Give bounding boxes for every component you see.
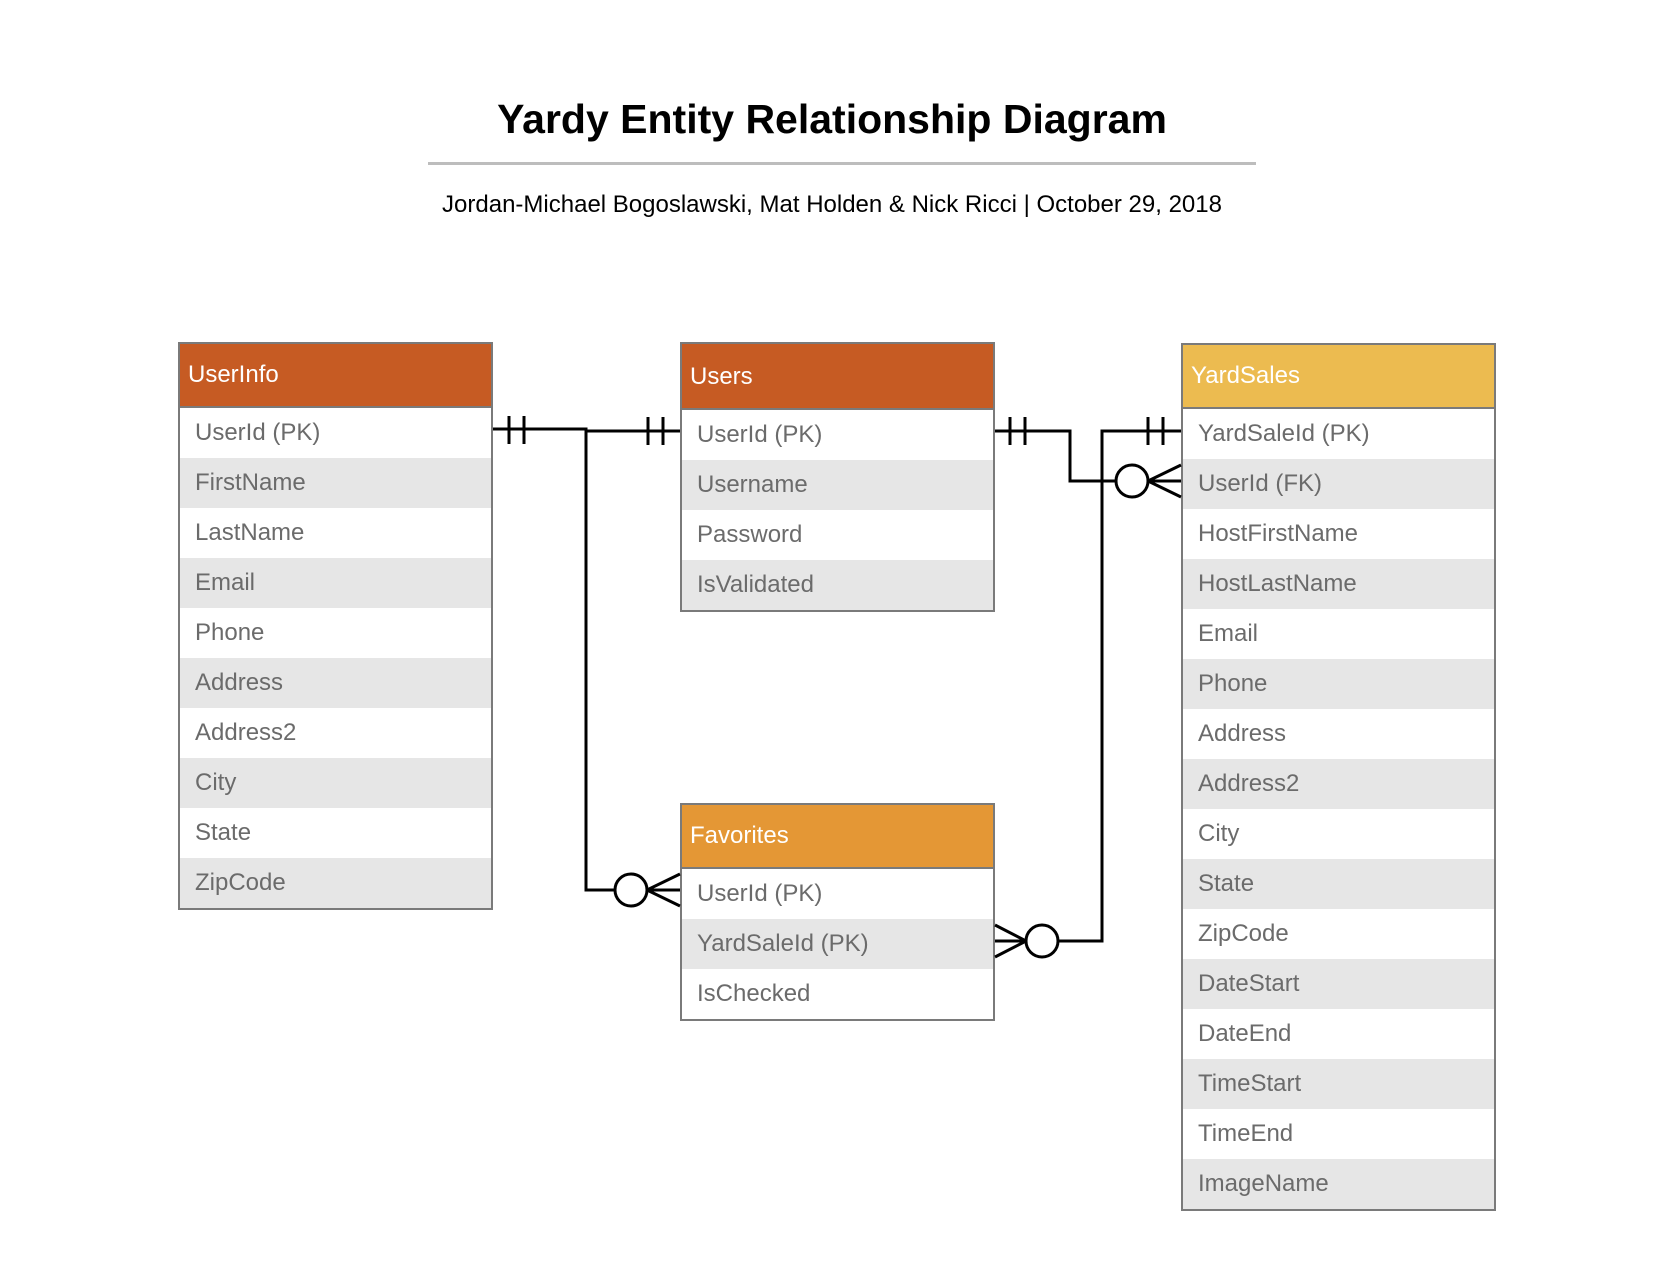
crows-foot-icon (994, 923, 1027, 943)
crows-foot-icon (1147, 479, 1182, 499)
zero-circle-icon (1024, 923, 1060, 959)
relationship-lines (493, 416, 1182, 959)
rel-userinfo-favorites (584, 429, 681, 908)
zero-circle-icon (613, 872, 649, 908)
rel-users-yardsales (995, 417, 1182, 499)
crows-foot-icon (994, 939, 1027, 959)
rel-yardsales-favorites (994, 417, 1181, 959)
crows-foot-icon (646, 888, 681, 908)
zero-circle-icon (1114, 463, 1150, 499)
crows-foot-icon (646, 872, 681, 892)
crows-foot-icon (1147, 463, 1182, 483)
